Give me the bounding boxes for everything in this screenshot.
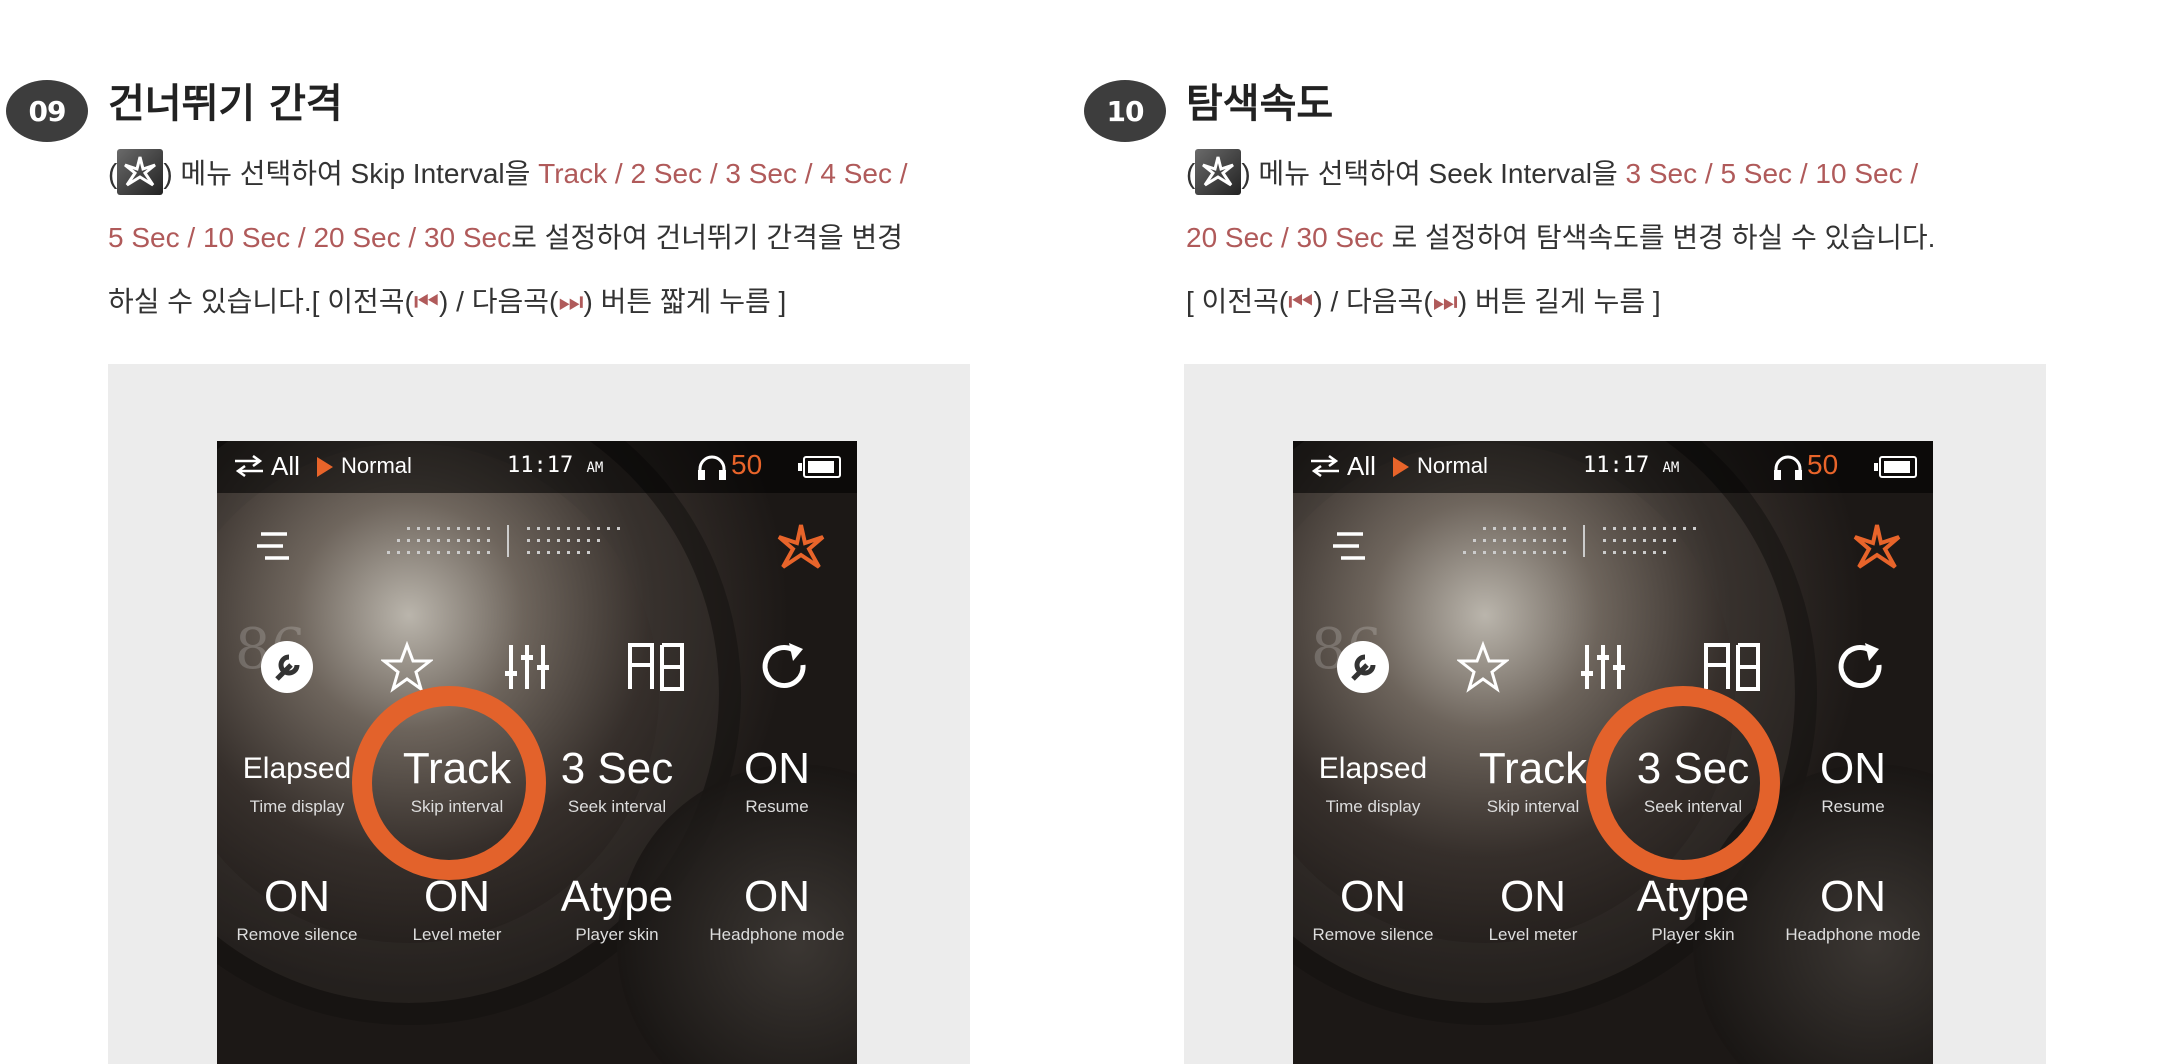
level-meter-dots-icon — [387, 525, 620, 557]
favorite-star-icon[interactable] — [1443, 627, 1523, 707]
desc-line-3: 하실 수 있습니다.[ 이전곡(⏮) / 다음곡(⏭) 버튼 짧게 누름 ] — [108, 286, 787, 317]
prev-track-icon: ⏮ — [413, 286, 440, 317]
menu-icon[interactable] — [1329, 531, 1369, 561]
ab-repeat-icon[interactable] — [617, 627, 697, 707]
settings-star-icon[interactable] — [1851, 521, 1903, 573]
equalizer-icon[interactable] — [487, 627, 567, 707]
desc-line-1: () 메뉴 선택하여 Seek Interval을 3 Sec / 5 Sec … — [1186, 142, 2146, 206]
player-screen: All Normal 11:17 AM 50 Elapsed Time disp… — [1293, 441, 1933, 1064]
section-title: 건너뛰기 간격 — [108, 81, 343, 127]
refresh-icon[interactable] — [1821, 627, 1901, 707]
section-number-badge: 09 — [6, 80, 88, 142]
battery-icon — [1874, 456, 1917, 478]
screenshot-frame: All Normal 11:17 AM 50 Elapsed Time disp… — [1184, 364, 2046, 1064]
settings-star-icon — [1195, 149, 1242, 195]
quick-settings-icons — [1293, 627, 1933, 717]
player-toolbar — [217, 493, 857, 603]
volume-level: 50 — [731, 449, 763, 480]
status-bar: All Normal 11:17 AM 50 — [217, 441, 857, 493]
remove-silence-setting[interactable]: ON Remove silence — [217, 869, 377, 989]
resume-setting[interactable]: ON Resume — [1773, 741, 1933, 861]
level-meter-setting[interactable]: ON Level meter — [377, 869, 537, 989]
player-screen: All Normal 11:17 AM 50 Elapsed Time disp… — [217, 441, 857, 1064]
remove-silence-setting[interactable]: ON Remove silence — [1293, 869, 1453, 989]
play-icon — [1393, 457, 1409, 477]
refresh-icon[interactable] — [745, 627, 825, 707]
player-skin-setting[interactable]: Atype Player skin — [537, 869, 697, 989]
screenshot-frame: All Normal 11:17 AM 50 Elapsed Time disp… — [108, 364, 970, 1064]
section-title: 탐색속도 — [1186, 81, 1334, 127]
seek-interval-setting[interactable]: 3 Sec Seek interval — [537, 741, 697, 861]
level-meter-setting[interactable]: ON Level meter — [1453, 869, 1613, 989]
clock: 11:17 AM — [1583, 453, 1680, 478]
wrench-icon[interactable] — [247, 627, 327, 707]
repeat-icon — [1311, 455, 1339, 477]
repeat-mode-text: All — [1347, 451, 1376, 481]
desc-line-2: 5 Sec / 10 Sec / 20 Sec / 30 Sec로 설정하여 건… — [108, 222, 903, 253]
next-track-icon: ⏭ — [558, 286, 584, 317]
section-description: () 메뉴 선택하여 Skip Interval을 Track / 2 Sec … — [108, 142, 1068, 334]
level-meter-dots-icon — [1463, 525, 1696, 557]
repeat-icon — [235, 455, 263, 477]
section-description: () 메뉴 선택하여 Seek Interval을 3 Sec / 5 Sec … — [1186, 142, 2146, 334]
prev-track-icon: ⏮ — [1288, 286, 1314, 317]
resume-setting[interactable]: ON Resume — [697, 741, 857, 861]
play-mode-text: Normal — [1417, 453, 1488, 478]
desc-line-2: 20 Sec / 30 Sec 로 설정하여 탐색속도를 변경 하실 수 있습니… — [1186, 222, 1936, 253]
player-toolbar — [1293, 493, 1933, 603]
repeat-mode-text: All — [271, 451, 300, 481]
headphone-mode-setting[interactable]: ON Headphone mode — [697, 869, 857, 989]
clock: 11:17 AM — [507, 453, 604, 478]
settings-star-icon[interactable] — [775, 521, 827, 573]
highlight-circle — [352, 686, 546, 880]
highlight-circle — [1586, 686, 1780, 880]
quick-settings-icons — [217, 627, 857, 717]
equalizer-icon[interactable] — [1563, 627, 1643, 707]
section-number-badge: 10 — [1084, 80, 1166, 142]
settings-star-icon — [117, 149, 164, 195]
headphone-mode-setting[interactable]: ON Headphone mode — [1773, 869, 1933, 989]
battery-icon — [798, 456, 841, 478]
headphone-icon — [1774, 455, 1802, 480]
status-bar: All Normal 11:17 AM 50 — [1293, 441, 1933, 493]
player-skin-setting[interactable]: Atype Player skin — [1613, 869, 1773, 989]
play-mode-text: Normal — [341, 453, 412, 478]
menu-icon[interactable] — [253, 531, 293, 561]
play-icon — [317, 457, 333, 477]
wrench-icon[interactable] — [1323, 627, 1403, 707]
volume-level: 50 — [1807, 449, 1839, 480]
time-display-setting[interactable]: Elapsed Time display — [1293, 741, 1453, 861]
headphone-icon — [698, 455, 726, 480]
desc-line-1: () 메뉴 선택하여 Skip Interval을 Track / 2 Sec … — [108, 142, 1068, 206]
desc-line-3: [ 이전곡(⏮) / 다음곡(⏭) 버튼 길게 누름 ] — [1186, 286, 1661, 317]
next-track-icon: ⏭ — [1432, 286, 1458, 317]
